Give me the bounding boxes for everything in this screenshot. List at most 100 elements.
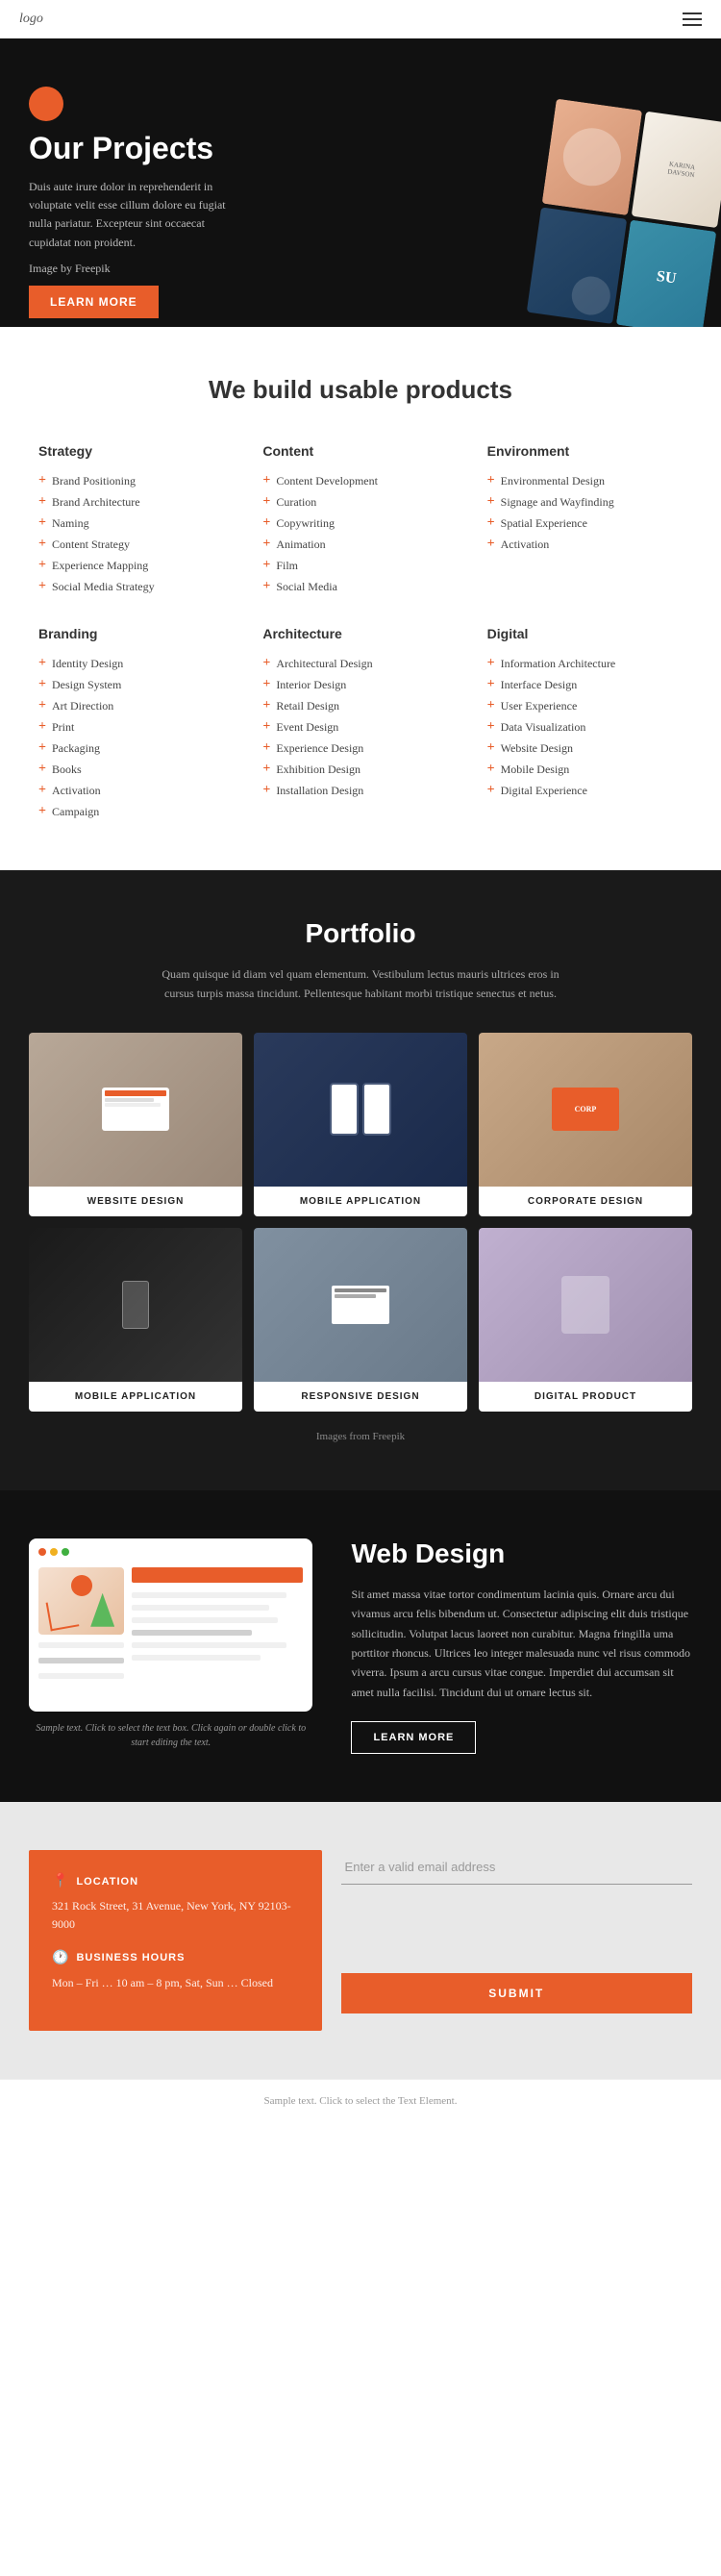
mockup-window-bar	[38, 1548, 303, 1556]
mockup-line	[38, 1642, 124, 1648]
service-heading: Environment	[487, 443, 683, 459]
portfolio-item-3[interactable]: CORPCORPORATE DESIGN	[479, 1033, 692, 1216]
plus-icon: +	[262, 515, 270, 531]
submit-button[interactable]: SUBMIT	[341, 1973, 692, 2013]
mockup-text-lines	[132, 1590, 303, 1663]
hero-learn-more-button[interactable]: LEARN MORE	[29, 286, 159, 318]
hero-card-3	[527, 207, 627, 323]
service-item: +Books	[38, 759, 234, 780]
contact-location: 📍 LOCATION 321 Rock Street, 31 Avenue, N…	[52, 1873, 299, 1934]
plus-icon: +	[262, 558, 270, 573]
plus-icon: +	[38, 579, 46, 594]
web-design-learn-more-button[interactable]: LEARN MORE	[351, 1721, 476, 1754]
service-item: +Social Media	[262, 576, 458, 597]
hero-card-4: SU	[616, 220, 716, 327]
service-item: +Content Development	[262, 470, 458, 491]
service-item: +Copywriting	[262, 513, 458, 534]
service-item: +Activation	[38, 780, 234, 801]
hero-images: KARINADAVSON SU	[360, 77, 692, 327]
plus-icon: +	[262, 537, 270, 552]
contact-hours-header: 🕐 BUSINESS HOURS	[52, 1950, 299, 1966]
web-design-right: Web Design Sit amet massa vitae tortor c…	[351, 1538, 692, 1754]
contact-location-label: LOCATION	[76, 1876, 138, 1888]
plus-icon: +	[487, 537, 495, 552]
contact-hours: 🕐 BUSINESS HOURS Mon – Fri … 10 am – 8 p…	[52, 1950, 299, 1992]
plus-icon: +	[38, 719, 46, 735]
service-item: +Packaging	[38, 738, 234, 759]
contact-card: 📍 LOCATION 321 Rock Street, 31 Avenue, N…	[29, 1850, 322, 2031]
hero-content: Our Projects Duis aute irure dolor in re…	[29, 77, 360, 318]
portfolio-item-6[interactable]: DIGITAL PRODUCT	[479, 1228, 692, 1412]
portfolio-title: Portfolio	[29, 918, 692, 949]
service-column-branding: Branding+Identity Design+Design System+A…	[38, 626, 234, 822]
web-design-left: Sample text. Click to select the text bo…	[29, 1538, 312, 1750]
location-icon: 📍	[52, 1873, 68, 1889]
service-item: +Experience Mapping	[38, 555, 234, 576]
service-item: +Exhibition Design	[262, 759, 458, 780]
plus-icon: +	[487, 473, 495, 488]
portfolio-label: WEBSITE DESIGN	[29, 1187, 242, 1216]
mockup-content	[38, 1567, 303, 1702]
mockup-dot-yellow	[50, 1548, 58, 1556]
hamburger-menu[interactable]	[683, 13, 702, 26]
portfolio-item-4[interactable]: MOBILE APPLICATION	[29, 1228, 242, 1412]
plus-icon: +	[487, 719, 495, 735]
portfolio-item-2[interactable]: MOBILE APPLICATION	[254, 1033, 467, 1216]
portfolio-section: Portfolio Quam quisque id diam vel quam …	[0, 870, 721, 1490]
email-input[interactable]	[341, 1850, 692, 1885]
header: logo	[0, 0, 721, 38]
service-item: +Spatial Experience	[487, 513, 683, 534]
plus-icon: +	[38, 515, 46, 531]
service-item: +User Experience	[487, 695, 683, 716]
plus-icon: +	[487, 494, 495, 510]
service-item: +Interior Design	[262, 674, 458, 695]
services-section: We build usable products Strategy+Brand …	[0, 327, 721, 870]
service-item: +Brand Architecture	[38, 491, 234, 513]
portfolio-label: DIGITAL PRODUCT	[479, 1382, 692, 1412]
web-design-caption: Sample text. Click to select the text bo…	[29, 1721, 312, 1750]
portfolio-item-1[interactable]: WEBSITE DESIGN	[29, 1033, 242, 1216]
services-headline: We build usable products	[38, 375, 683, 405]
portfolio-image	[254, 1228, 467, 1382]
plus-icon: +	[487, 762, 495, 777]
logo: logo	[19, 12, 43, 27]
contact-hours-label: BUSINESS HOURS	[76, 1952, 185, 1963]
service-column-environment: Environment +Environmental Design+Signage…	[487, 443, 683, 597]
portfolio-item-5[interactable]: RESPONSIVE DESIGN	[254, 1228, 467, 1412]
mockup-left-col	[38, 1567, 124, 1702]
clock-icon: 🕐	[52, 1950, 68, 1966]
mockup-dot-green	[62, 1548, 69, 1556]
service-item: +Content Strategy	[38, 534, 234, 555]
service-item: +Event Design	[262, 716, 458, 738]
service-item: +Environmental Design	[487, 470, 683, 491]
plus-icon: +	[38, 473, 46, 488]
service-column-content: Content+Content Development+Curation+Cop…	[262, 443, 458, 597]
contact-location-header: 📍 LOCATION	[52, 1873, 299, 1889]
plus-icon: +	[38, 656, 46, 671]
web-design-section: Sample text. Click to select the text bo…	[0, 1490, 721, 1802]
plus-icon: +	[38, 558, 46, 573]
plus-icon: +	[38, 740, 46, 756]
plus-icon: +	[38, 677, 46, 692]
service-column-digital: Digital+Information Architecture+Interfa…	[487, 626, 683, 822]
plus-icon: +	[38, 783, 46, 798]
plus-icon: +	[262, 677, 270, 692]
service-item: +Interface Design	[487, 674, 683, 695]
portfolio-image	[254, 1033, 467, 1187]
service-item: +Architectural Design	[262, 653, 458, 674]
plus-icon: +	[487, 698, 495, 713]
service-item: +Website Design	[487, 738, 683, 759]
service-item: +Design System	[38, 674, 234, 695]
service-heading: Branding	[38, 626, 234, 641]
mockup-nav-bar	[132, 1567, 303, 1583]
footer: Sample text. Click to select the Text El…	[0, 2079, 721, 2122]
service-item: +Installation Design	[262, 780, 458, 801]
portfolio-image	[29, 1228, 242, 1382]
mockup-dot-red	[38, 1548, 46, 1556]
portfolio-credits: Images from Freepik	[29, 1431, 692, 1442]
service-item: +Signage and Wayfinding	[487, 491, 683, 513]
plus-icon: +	[487, 740, 495, 756]
service-item: +Brand Positioning	[38, 470, 234, 491]
plus-icon: +	[262, 473, 270, 488]
service-item: +Activation	[487, 534, 683, 555]
